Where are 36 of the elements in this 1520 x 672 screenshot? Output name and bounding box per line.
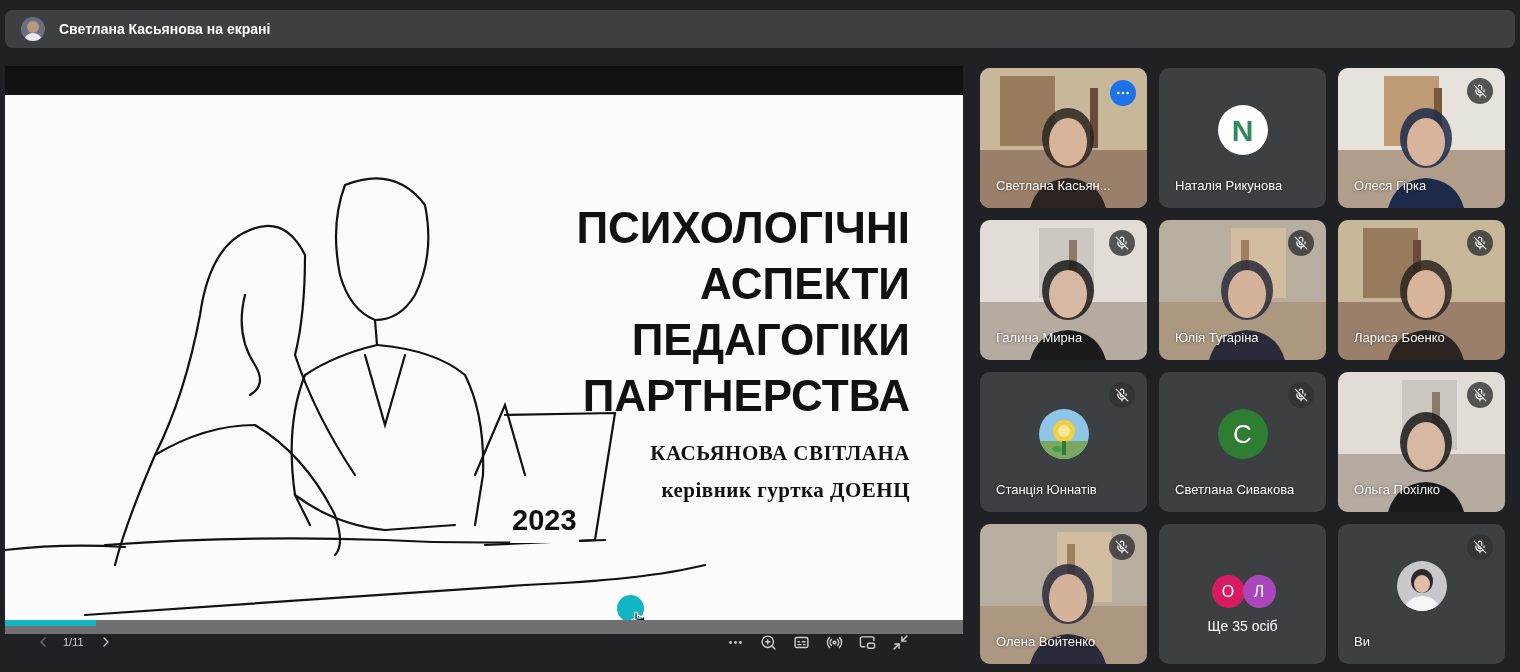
participant-tile[interactable]: Лариса Боенко (1338, 220, 1505, 360)
avatar-initial: C (1217, 409, 1268, 459)
mic-off-glyph (1294, 236, 1308, 250)
participant-tile[interactable]: О Л Ще 35 осіб (1159, 524, 1326, 664)
participant-tile[interactable]: N Наталія Рикунова (1159, 68, 1326, 208)
mic-off-glyph (1115, 540, 1129, 554)
participant-name: Станція Юннатів (996, 480, 1097, 499)
mic-off-glyph (1473, 540, 1487, 554)
mic-off-glyph (1115, 388, 1129, 402)
mic-off-glyph (1115, 236, 1129, 250)
picture-in-picture-icon[interactable] (859, 633, 876, 651)
participant-tile[interactable]: Галина Мирна (980, 220, 1147, 360)
participant-tile[interactable]: Станція Юннатів (980, 372, 1147, 512)
avatar-silhouette-icon (1396, 561, 1447, 611)
slide-counter: 1/11 (63, 634, 84, 650)
avatar-initial: Л (1242, 575, 1276, 608)
participant-tile[interactable]: C Светлана Сивакова (1159, 372, 1326, 512)
participant-name: Светлана Сивакова (1175, 480, 1295, 499)
avatar-logo: N (1217, 105, 1268, 155)
zoom-in-icon[interactable] (760, 633, 777, 651)
slide-author: КАСЬЯНОВА СВІТЛАНА (650, 440, 910, 467)
slide-role: керівник гуртка ДОЕНЦ (661, 476, 910, 504)
participant-name: Наталія Рикунова (1175, 176, 1283, 195)
avatar-initial: О (1211, 575, 1245, 608)
slide-title: ПСИХОЛОГІЧНІ АСПЕКТИ ПЕДАГОГІКИ ПАРТНЕРСТВА (576, 202, 910, 422)
participant-count: Ще 35 осіб (1207, 617, 1278, 636)
presenter-title: Светлана Касьянова на екрані (59, 19, 271, 39)
participant-name: Галина Мирна (996, 328, 1083, 347)
mic-off-glyph (1473, 84, 1487, 98)
mic-off-glyph (1294, 388, 1308, 402)
participant-tile[interactable]: Ви (1338, 524, 1505, 664)
participant-name: Ви (1354, 632, 1370, 651)
participant-name: Лариса Боенко (1354, 328, 1445, 347)
minimize-icon[interactable] (892, 633, 909, 651)
mic-off-glyph (1473, 388, 1487, 402)
mic-off-glyph (1473, 236, 1487, 250)
